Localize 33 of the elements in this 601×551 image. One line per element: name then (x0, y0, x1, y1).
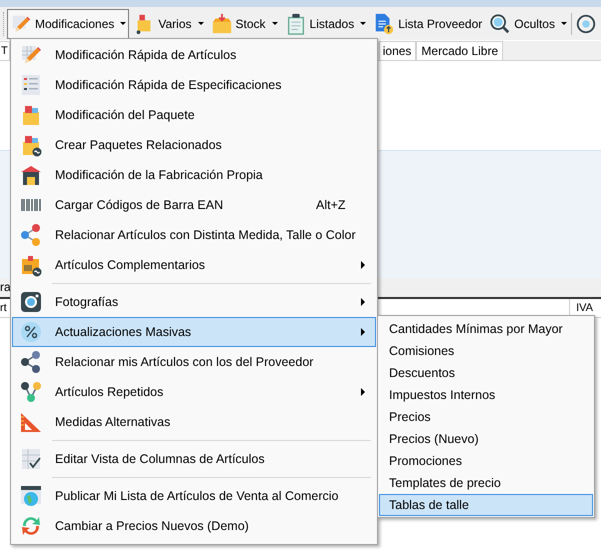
menu-item[interactable]: Artículos Repetidos (12, 377, 376, 407)
menu-item[interactable]: Precios (Nuevo) (379, 428, 593, 450)
menu-item[interactable]: Promociones (379, 450, 593, 472)
menu-item[interactable]: Templates de precio (379, 472, 593, 494)
menu-item[interactable]: Actualizaciones Masivas (12, 317, 376, 347)
tab[interactable]: iones (378, 41, 416, 60)
tab[interactable]: Mercado Libre (416, 41, 504, 60)
menu-item[interactable]: Publicar Mi Lista de Artículos de Venta al Comercio (12, 481, 376, 511)
menu-item[interactable]: Impuestos Internos (379, 384, 593, 406)
row-text: ra (0, 280, 11, 294)
menu-item[interactable]: Descuentos (379, 362, 593, 384)
menu-item[interactable]: Comisiones (379, 340, 593, 362)
menu-item[interactable]: Relacionar Artículos con Distinta Medida, Talle o Color (12, 220, 376, 250)
toolbar-button[interactable]: Ocultos (486, 8, 570, 38)
menu-item[interactable]: Modificación de la Fabricación Propia (12, 160, 376, 190)
menu-item[interactable]: Modificación Rápida de Especificaciones (12, 70, 376, 100)
menu-item[interactable]: Tablas de talle (379, 494, 593, 516)
menu-item[interactable]: Precios (379, 406, 593, 428)
menu-item[interactable]: Medidas Alternativas (12, 407, 376, 437)
menu-item[interactable]: Cargar Códigos de Barra EAN Alt+Z (12, 190, 376, 220)
column-header: rt (0, 301, 7, 316)
toolbar-button[interactable]: Modificaciones (7, 8, 130, 38)
menu-item[interactable]: Artículos Complementarios (12, 250, 376, 280)
menu-item[interactable]: Relacionar mis Artículos con los del Proveedor (12, 347, 376, 377)
tab[interactable]: T (0, 41, 10, 60)
menu-item[interactable]: Editar Vista de Columnas de Artículos (12, 444, 376, 474)
menu-item[interactable]: Crear Paquetes Relacionados (12, 130, 376, 160)
menu-item[interactable]: Modificación del Paquete (12, 100, 376, 130)
toolbar-button[interactable]: Lista Proveedor (370, 8, 486, 38)
menu-item[interactable]: Cantidades Mínimas por Mayor (379, 318, 593, 340)
menu-item[interactable]: Cambiar a Precios Nuevos (Demo) (12, 511, 376, 541)
menu-item[interactable]: Fotografías (12, 287, 376, 317)
menu-item[interactable]: Modificación Rápida de Artículos (12, 40, 376, 70)
